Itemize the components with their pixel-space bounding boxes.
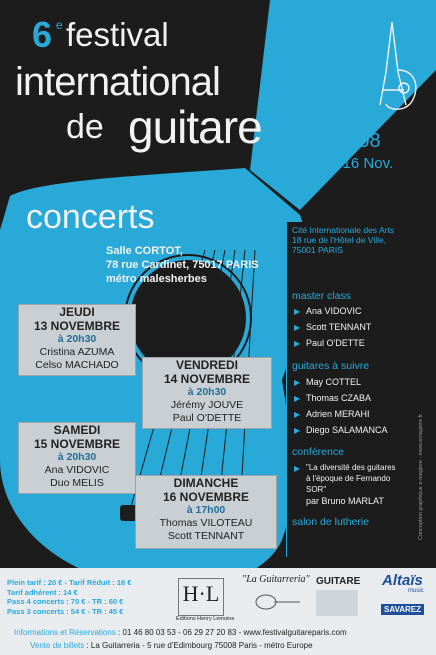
info-reservations: Informations et Réservations : 01 46 80 … — [14, 628, 347, 637]
arrow-icon: ▶ — [294, 323, 301, 332]
conference-heading: conférence — [292, 446, 344, 458]
arrow-icon: ▶ — [294, 378, 301, 387]
concert-card-sunday: DIMANCHE 16 NOVEMBRE à 17h00 Thomas VILO… — [135, 475, 277, 549]
savarez-logo: SAVAREZ — [381, 604, 425, 615]
info-panel — [286, 222, 423, 557]
price-line: Pass 4 concerts : 70 € - TR : 60 € — [7, 597, 124, 606]
conference-title: "La diversité des guitares — [306, 463, 396, 472]
guitariste-item: May COTTEL — [306, 377, 362, 387]
editions-name: Editions Henry Lemoine — [176, 616, 235, 622]
altais-sub: music — [408, 588, 424, 594]
panel-venue-line: 75001 PARIS — [292, 245, 343, 255]
concert-time: à 20h30 — [187, 386, 227, 398]
editions-logo-mark: H·L — [182, 581, 220, 606]
concert-date: 15 NOVEMBRE — [33, 437, 121, 451]
arrow-icon: ▶ — [294, 339, 301, 348]
title-festival: festival — [66, 16, 169, 53]
edition-number: 6 — [32, 14, 53, 55]
venue-line: métro malesherbes — [106, 273, 207, 285]
concert-time: à 20h30 — [57, 333, 97, 345]
masterclass-item: Paul O'DETTE — [306, 338, 365, 348]
guitare-magazine-logo: GUITARE — [316, 576, 361, 587]
price-list: Plein tarif : 20 € - Tarif Réduit : 16 €… — [7, 578, 131, 616]
editions-logo: H·L — [178, 578, 224, 616]
concert-card-saturday: SAMEDI 15 NOVEMBRE à 20h30 Ana VIDOVIC D… — [18, 422, 136, 494]
conference-title: à l'époque de Fernando — [306, 474, 391, 483]
concert-time: à 20h30 — [57, 451, 97, 463]
concerts-venue: Salle CORTOT, 78 rue Cardinet, 75017 PAR… — [106, 244, 259, 286]
event-dates: du 13 au 16 Nov. — [280, 155, 394, 172]
concert-artist: Celso MACHADO — [35, 359, 119, 371]
vente-label: Vente de billets — [30, 641, 85, 650]
guitariste-item: Adrien MERAHI — [306, 409, 370, 419]
edition-superscript: e — [56, 18, 63, 32]
title-de: de — [66, 108, 104, 146]
concert-artist: Paul O'DETTE — [172, 412, 242, 424]
guitariste-item: Thomas CZABA — [306, 393, 372, 403]
concert-date: 13 NOVEMBRE — [33, 319, 121, 333]
arrow-icon: ▶ — [294, 426, 301, 435]
title-international: international — [15, 60, 221, 104]
panel-venue-line: 18 rue de l'Hôtel de Ville, — [292, 235, 387, 245]
concert-day: JEUDI — [59, 305, 95, 319]
info-label: Informations et Réservations — [14, 628, 116, 637]
guitariste-item: Diego SALAMANCA — [306, 425, 388, 435]
concert-day: SAMEDI — [53, 423, 101, 437]
vente-text: : La Guitarreria - 5 rue d'Edimbourg 750… — [84, 641, 313, 650]
concerts-heading: concerts — [26, 198, 155, 236]
concert-time: à 17h00 — [186, 504, 226, 516]
concert-artist: Jérémy JOUVE — [170, 399, 244, 411]
guitaristes-heading: guitares à suivre — [292, 360, 370, 372]
masterclass-item: Ana VIDOVIC — [306, 306, 362, 316]
venue-line: Salle CORTOT, — [106, 245, 183, 257]
conference-speaker: par Bruno MARLAT — [306, 496, 384, 506]
concert-day: VENDREDI — [175, 358, 238, 372]
magazine-cover — [316, 590, 358, 616]
price-line: Pass 3 concerts : 54 € - TR : 45 € — [7, 606, 124, 616]
info-text: : 01 46 80 03 53 - 06 29 27 20 83 - www.… — [115, 628, 347, 637]
arrow-icon: ▶ — [294, 394, 301, 403]
panel-venue: Cité Internationale des Arts 18 rue de l… — [292, 225, 394, 255]
concert-day: DIMANCHE — [173, 476, 239, 490]
altais-logo: Altaïs — [382, 572, 423, 589]
festival-poster: 6 e festival international de guitare Pa… — [0, 0, 436, 655]
masterclass-heading: master class — [292, 290, 351, 302]
concert-artist: Ana VIDOVIC — [44, 464, 110, 476]
price-line: Tarif adhérent : 14 € — [7, 587, 78, 597]
concert-artist: Duo MELIS — [50, 477, 104, 489]
concert-artist: Cristina AZUMA — [39, 346, 115, 358]
venue-line: 78 rue Cardinet, 75017 PARIS — [106, 259, 259, 271]
guitarreria-logo: "La Guitarreria" — [242, 574, 310, 585]
concert-card-friday: VENDREDI 14 NOVEMBRE à 20h30 Jérémy JOUV… — [142, 357, 272, 429]
masterclass-item: Scott TENNANT — [306, 322, 372, 332]
guitar-sketch-icon — [255, 594, 300, 610]
title-guitare: guitare — [128, 101, 263, 153]
arrow-icon: ▶ — [294, 410, 301, 419]
salon-heading: salon de lutherie — [292, 516, 370, 528]
ticket-sales: Vente de billets : La Guitarreria - 5 ru… — [30, 641, 313, 650]
price-line: Plein tarif : 20 € - Tarif Réduit : 16 € — [7, 578, 132, 587]
concert-artist: Scott TENNANT — [167, 530, 245, 542]
concert-card-thursday: JEUDI 13 NOVEMBRE à 20h30 Cristina AZUMA… — [18, 304, 136, 376]
concert-date: 14 NOVEMBRE — [163, 372, 251, 386]
panel-venue-line: Cité Internationale des Arts — [292, 225, 395, 235]
arrow-icon: ▶ — [294, 464, 301, 473]
concert-date: 16 NOVEMBRE — [162, 490, 250, 504]
concert-artist: Thomas VILOTEAU — [159, 517, 253, 529]
design-credit: Conception graphique e-magiere · www.ema… — [418, 414, 424, 540]
arrow-icon: ▶ — [294, 307, 301, 316]
event-city-year: Paris 2008 — [285, 130, 381, 152]
conference-title: SOR" — [306, 485, 327, 494]
